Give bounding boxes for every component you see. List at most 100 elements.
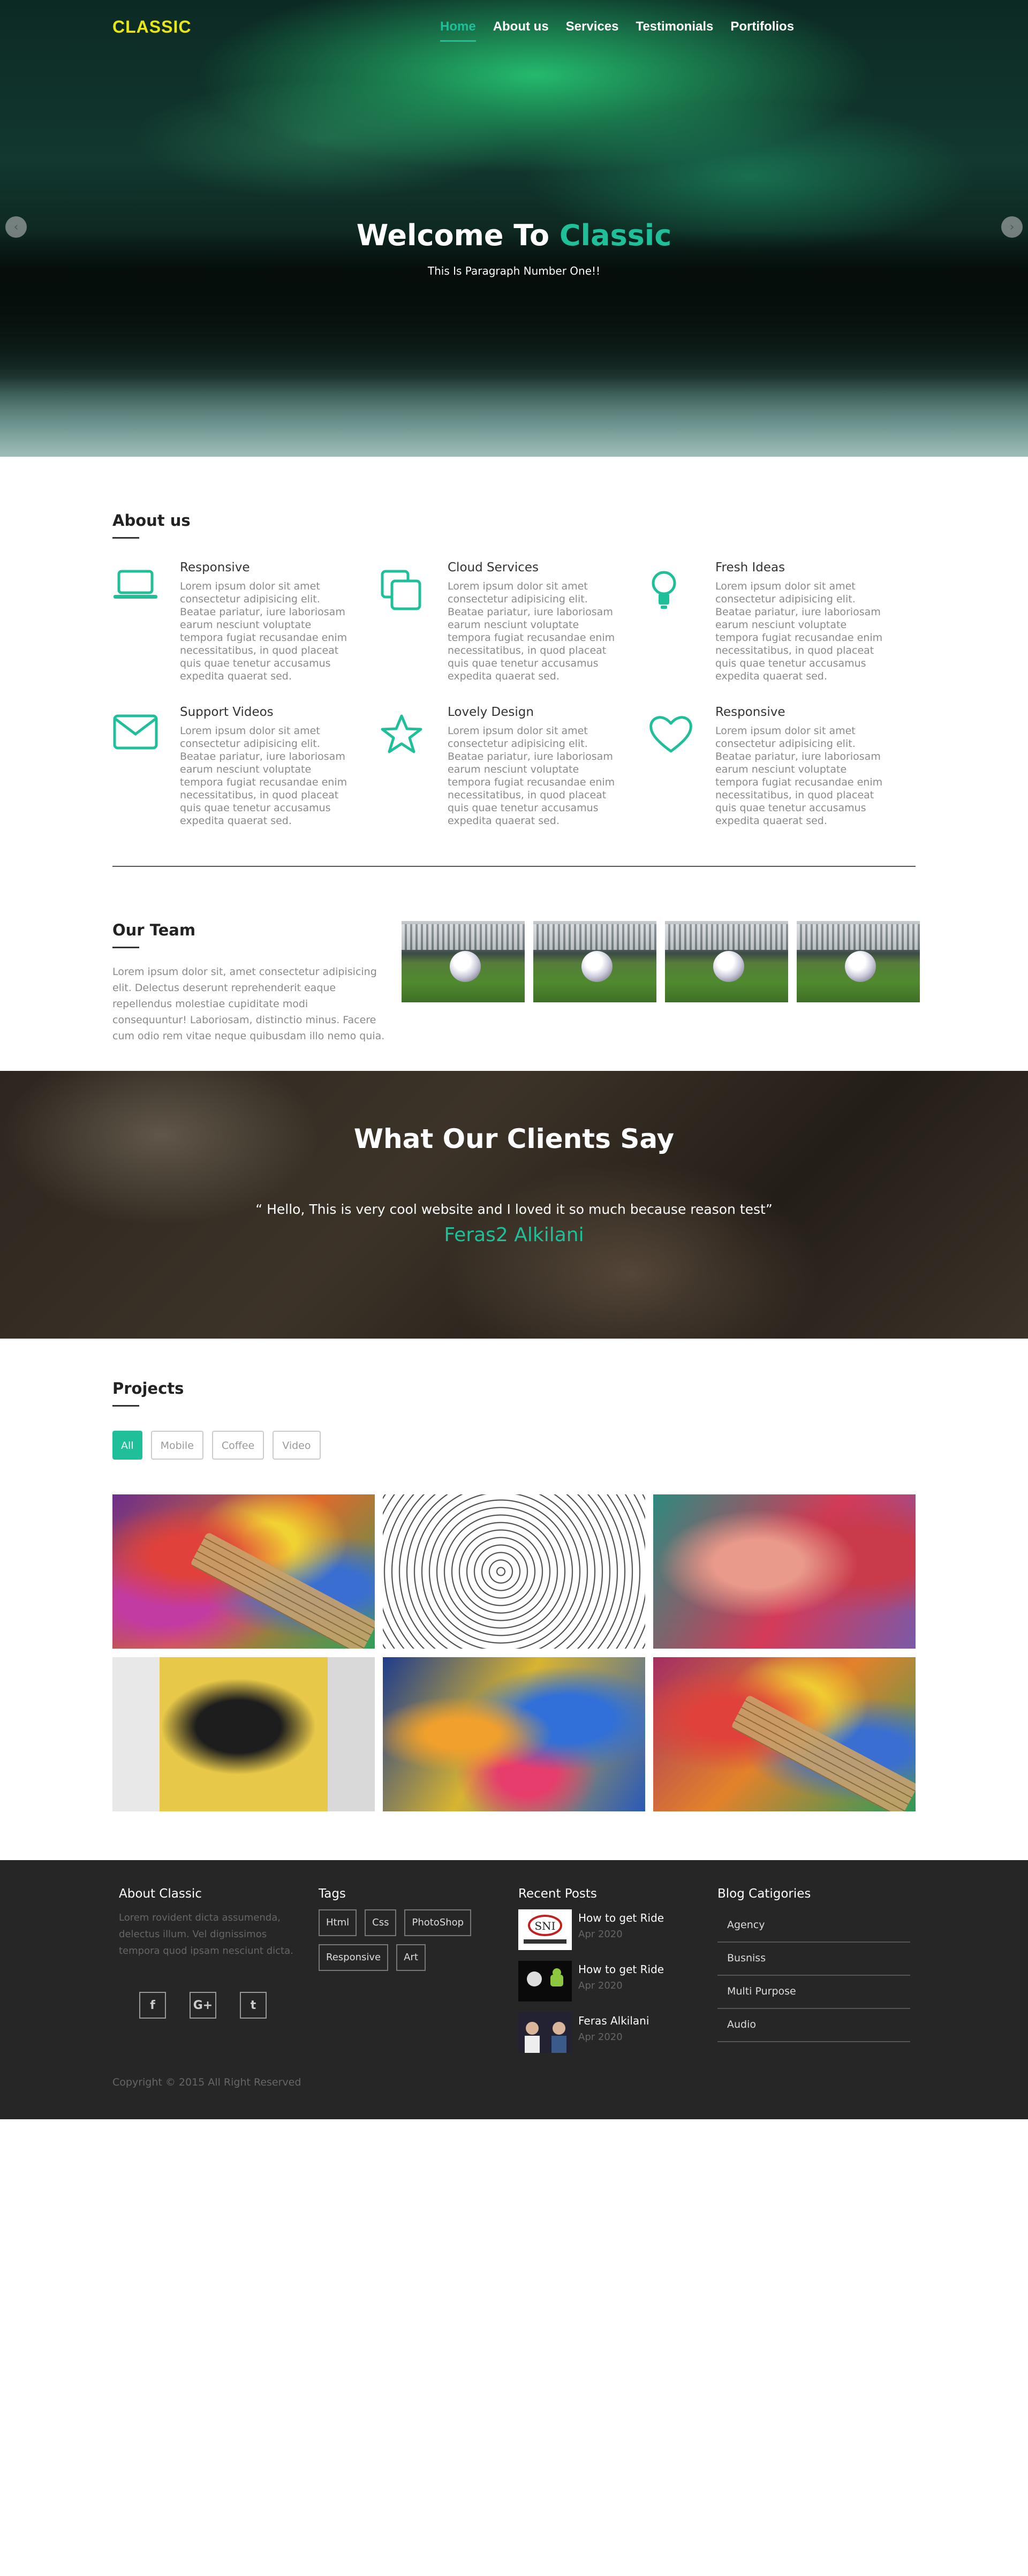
feature-title: Support Videos [180,705,274,719]
feature-text: Lorem ipsum dolor sit amet consectetur a… [448,725,615,827]
title-underline [112,1405,139,1407]
tag-list: Html Css PhotoShop Responsive Art [319,1909,495,1971]
feature-title: Responsive [715,705,785,719]
footer-tags: Tags Html Css PhotoShop Responsive Art [319,1887,495,1971]
post-thumbnail: SNI [518,1909,572,1950]
post-date: Apr 2020 [578,1980,623,1991]
feature-item: Responsive Lorem ipsum dolor sit amet con… [112,561,380,683]
hero-title-prefix: Welcome To [356,218,550,252]
top-navigation: CLASSIC Home About us Services Testimoni… [0,0,1028,54]
project-tile[interactable] [383,1657,645,1811]
site-footer: About Classic Lorem rovident dicta assum… [0,1860,1028,2119]
footer-cats-title: Blog Catigories [717,1887,811,1901]
facebook-icon[interactable]: f [139,1992,166,2019]
team-photo[interactable] [533,921,656,1002]
nav-home[interactable]: Home [440,19,476,42]
post-thumbnail [518,2012,572,2053]
nav-services[interactable]: Services [566,19,619,42]
post-item[interactable]: Feras Alkilani Apr 2020 [518,2012,664,2053]
hero-title-accent: Classic [559,218,672,252]
tag-html[interactable]: Html [319,1909,357,1936]
nav-portifolios[interactable]: Portifolios [730,19,794,42]
post-item[interactable]: SNI How to get Ride Apr 2020 [518,1909,664,1950]
feature-text: Lorem ipsum dolor sit amet consectetur a… [715,580,883,682]
team-section: Our Team Lorem ipsum dolor sit, amet con… [112,921,920,1049]
feature-text: Lorem ipsum dolor sit amet consectetur a… [180,725,347,827]
nav-about-us[interactable]: About us [493,19,549,42]
feature-text: Lorem ipsum dolor sit amet consectetur a… [448,580,615,682]
tag-photoshop[interactable]: PhotoShop [404,1909,472,1936]
feature-title: Responsive [180,561,250,575]
tag-art[interactable]: Art [396,1944,426,1971]
footer-posts-title: Recent Posts [518,1887,597,1901]
project-tile[interactable] [653,1657,916,1811]
site-logo[interactable]: CLASSIC [112,17,191,37]
footer-tags-title: Tags [319,1887,346,1901]
section-title: Projects [112,1379,184,1397]
project-tile[interactable] [653,1494,916,1649]
main-menu: Home About us Services Testimonials Port… [440,19,794,42]
twitter-icon[interactable]: t [240,1992,267,2019]
projects-heading: Projects [112,1379,916,1407]
team-description: Lorem ipsum dolor sit, amet consectetur … [112,966,385,1042]
filter-video[interactable]: Video [273,1431,321,1460]
testimonials-section: What Our Clients Say “ Hello, This is ve… [0,1071,1028,1339]
project-tile[interactable] [112,1657,375,1811]
copyright-text: Copyright © 2015 All Right Reserved [112,2076,301,2088]
post-date: Apr 2020 [578,1929,623,1940]
project-filters: All Mobile Coffee Video [112,1431,321,1460]
footer-recent-posts: Recent Posts SNI How to get Ride Apr 2020… [518,1887,664,2064]
post-date: Apr 2020 [578,2031,623,2043]
svg-text:SNI: SNI [534,1920,555,1932]
post-item[interactable]: How to get Ride Apr 2020 [518,1961,664,2001]
about-heading: About us [112,511,191,539]
team-photo[interactable] [665,921,788,1002]
envelope-icon [113,714,158,750]
testimonial-author: Feras2 Alkilani [444,1224,584,1246]
team-photo[interactable] [797,921,920,1002]
feature-grid: Responsive Lorem ipsum dolor sit amet con… [112,561,916,827]
feature-item: Fresh Ideas Lorem ipsum dolor sit amet co… [648,561,916,683]
lightbulb-icon [652,571,676,609]
category-busniss[interactable]: Busniss [717,1943,910,1976]
feature-title: Cloud Services [448,561,539,575]
feature-text: Lorem ipsum dolor sit amet consectetur a… [180,580,347,682]
section-title: About us [112,511,191,530]
hero-slider: CLASSIC Home About us Services Testimoni… [0,0,1028,457]
post-title[interactable]: How to get Ride [578,1912,664,1924]
hero-snow [0,376,1028,457]
filter-all[interactable]: All [112,1431,142,1460]
post-title[interactable]: How to get Ride [578,1963,664,1976]
category-multi-purpose[interactable]: Multi Purpose [717,1976,910,2009]
post-title[interactable]: Feras Alkilani [578,2014,649,2027]
post-thumbnail [518,1961,572,2001]
heart-icon [649,716,692,753]
nav-testimonials[interactable]: Testimonials [636,19,713,42]
section-divider [112,866,916,867]
project-tile[interactable] [112,1494,375,1649]
footer-about-title: About Classic [119,1887,202,1901]
google-plus-icon[interactable]: G+ [190,1992,216,2019]
project-tile[interactable] [383,1494,645,1649]
team-photo[interactable] [402,921,525,1002]
footer-categories: Blog Catigories Agency Busniss Multi Pur… [717,1887,910,2042]
social-links: f G+ t [139,1992,267,2019]
filter-coffee[interactable]: Coffee [211,1431,264,1460]
hero-title: Welcome To Classic [0,218,1028,252]
filter-mobile[interactable]: Mobile [150,1431,203,1460]
section-title: Our Team [112,921,196,939]
testimonial-quote: “ Hello, This is very cool website and I… [255,1202,773,1217]
feature-item: Lovely Design Lorem ipsum dolor sit amet … [380,705,648,827]
copy-icon [381,570,421,610]
projects-section: Projects All Mobile Coffee Video [112,1379,916,1811]
laptop-icon [114,570,157,599]
tag-responsive[interactable]: Responsive [319,1944,389,1971]
category-agency[interactable]: Agency [717,1909,910,1943]
testimonials-title: What Our Clients Say [353,1123,675,1154]
tag-css[interactable]: Css [365,1909,397,1936]
feature-item: Responsive Lorem ipsum dolor sit amet con… [648,705,916,827]
team-heading: Our Team [112,921,195,948]
feature-text: Lorem ipsum dolor sit amet consectetur a… [715,725,883,827]
feature-title: Lovely Design [448,705,534,719]
category-audio[interactable]: Audio [717,2009,910,2042]
